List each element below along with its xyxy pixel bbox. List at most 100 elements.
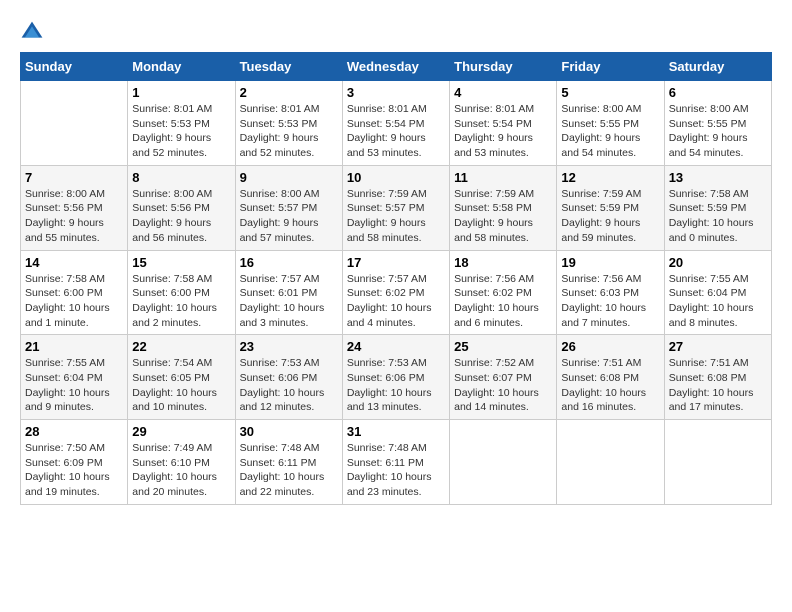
calendar-cell: 21 Sunrise: 7:55 AMSunset: 6:04 PMDayligh… — [21, 335, 128, 420]
day-info: Sunrise: 7:59 AMSunset: 5:57 PMDaylight:… — [347, 187, 445, 246]
calendar-cell — [450, 420, 557, 505]
day-info: Sunrise: 8:00 AMSunset: 5:57 PMDaylight:… — [240, 187, 338, 246]
page-header — [20, 20, 772, 44]
calendar-cell: 18 Sunrise: 7:56 AMSunset: 6:02 PMDayligh… — [450, 250, 557, 335]
day-info: Sunrise: 7:58 AMSunset: 6:00 PMDaylight:… — [25, 272, 123, 331]
day-number: 31 — [347, 424, 445, 439]
day-number: 8 — [132, 170, 230, 185]
day-info: Sunrise: 8:01 AMSunset: 5:53 PMDaylight:… — [240, 102, 338, 161]
day-info: Sunrise: 7:52 AMSunset: 6:07 PMDaylight:… — [454, 356, 552, 415]
calendar-cell: 7Sunrise: 8:00 AMSunset: 5:56 PMDaylight… — [21, 165, 128, 250]
day-number: 2 — [240, 85, 338, 100]
day-number: 5 — [561, 85, 659, 100]
day-info: Sunrise: 7:54 AMSunset: 6:05 PMDaylight:… — [132, 356, 230, 415]
calendar-header-row: SundayMondayTuesdayWednesdayThursdayFrid… — [21, 53, 772, 81]
calendar-cell: 28 Sunrise: 7:50 AMSunset: 6:09 PMDayligh… — [21, 420, 128, 505]
day-info: Sunrise: 8:00 AMSunset: 5:56 PMDaylight:… — [132, 187, 230, 246]
calendar-cell: 9Sunrise: 8:00 AMSunset: 5:57 PMDaylight… — [235, 165, 342, 250]
day-number: 20 — [669, 255, 767, 270]
calendar-header-thursday: Thursday — [450, 53, 557, 81]
day-number: 17 — [347, 255, 445, 270]
calendar-cell: 20 Sunrise: 7:55 AMSunset: 6:04 PMDayligh… — [664, 250, 771, 335]
day-info: Sunrise: 7:49 AMSunset: 6:10 PMDaylight:… — [132, 441, 230, 500]
day-number: 3 — [347, 85, 445, 100]
calendar-table: SundayMondayTuesdayWednesdayThursdayFrid… — [20, 52, 772, 505]
day-info: Sunrise: 7:55 AMSunset: 6:04 PMDaylight:… — [25, 356, 123, 415]
calendar-header-saturday: Saturday — [664, 53, 771, 81]
day-number: 4 — [454, 85, 552, 100]
day-number: 18 — [454, 255, 552, 270]
calendar-cell: 29 Sunrise: 7:49 AMSunset: 6:10 PMDayligh… — [128, 420, 235, 505]
day-info: Sunrise: 8:01 AMSunset: 5:53 PMDaylight:… — [132, 102, 230, 161]
calendar-cell: 17 Sunrise: 7:57 AMSunset: 6:02 PMDayligh… — [342, 250, 449, 335]
logo-icon — [20, 20, 44, 44]
calendar-cell: 6Sunrise: 8:00 AMSunset: 5:55 PMDaylight… — [664, 81, 771, 166]
calendar-cell: 19 Sunrise: 7:56 AMSunset: 6:03 PMDayligh… — [557, 250, 664, 335]
calendar-cell: 5 Sunrise: 8:00 AMSunset: 5:55 PMDaylight… — [557, 81, 664, 166]
calendar-cell: 26Sunrise: 7:51 AMSunset: 6:08 PMDayligh… — [557, 335, 664, 420]
day-number: 22 — [132, 339, 230, 354]
day-info: Sunrise: 7:48 AMSunset: 6:11 PMDaylight:… — [240, 441, 338, 500]
calendar-header-friday: Friday — [557, 53, 664, 81]
calendar-cell — [664, 420, 771, 505]
calendar-week-row: 7Sunrise: 8:00 AMSunset: 5:56 PMDaylight… — [21, 165, 772, 250]
calendar-cell — [21, 81, 128, 166]
calendar-week-row: 28 Sunrise: 7:50 AMSunset: 6:09 PMDayligh… — [21, 420, 772, 505]
day-number: 23 — [240, 339, 338, 354]
calendar-cell: 30 Sunrise: 7:48 AMSunset: 6:11 PMDayligh… — [235, 420, 342, 505]
day-number: 1 — [132, 85, 230, 100]
calendar-cell: 14 Sunrise: 7:58 AMSunset: 6:00 PMDayligh… — [21, 250, 128, 335]
day-info: Sunrise: 7:53 AMSunset: 6:06 PMDaylight:… — [240, 356, 338, 415]
day-info: Sunrise: 8:00 AMSunset: 5:56 PMDaylight:… — [25, 187, 123, 246]
day-info: Sunrise: 7:59 AMSunset: 5:58 PMDaylight:… — [454, 187, 552, 246]
day-info: Sunrise: 7:59 AMSunset: 5:59 PMDaylight:… — [561, 187, 659, 246]
calendar-header-wednesday: Wednesday — [342, 53, 449, 81]
calendar-cell: 11 Sunrise: 7:59 AMSunset: 5:58 PMDayligh… — [450, 165, 557, 250]
day-number: 24 — [347, 339, 445, 354]
day-number: 12 — [561, 170, 659, 185]
day-number: 25 — [454, 339, 552, 354]
day-number: 26 — [561, 339, 659, 354]
day-info: Sunrise: 7:56 AMSunset: 6:02 PMDaylight:… — [454, 272, 552, 331]
day-number: 14 — [25, 255, 123, 270]
day-info: Sunrise: 7:55 AMSunset: 6:04 PMDaylight:… — [669, 272, 767, 331]
day-info: Sunrise: 8:00 AMSunset: 5:55 PMDaylight:… — [561, 102, 659, 161]
calendar-cell: 23 Sunrise: 7:53 AMSunset: 6:06 PMDayligh… — [235, 335, 342, 420]
day-info: Sunrise: 7:50 AMSunset: 6:09 PMDaylight:… — [25, 441, 123, 500]
logo — [20, 20, 48, 44]
day-number: 30 — [240, 424, 338, 439]
day-info: Sunrise: 7:53 AMSunset: 6:06 PMDaylight:… — [347, 356, 445, 415]
calendar-cell: 8 Sunrise: 8:00 AMSunset: 5:56 PMDaylight… — [128, 165, 235, 250]
day-info: Sunrise: 8:01 AMSunset: 5:54 PMDaylight:… — [454, 102, 552, 161]
calendar-header-monday: Monday — [128, 53, 235, 81]
day-number: 21 — [25, 339, 123, 354]
calendar-cell: 1 Sunrise: 8:01 AMSunset: 5:53 PMDaylight… — [128, 81, 235, 166]
calendar-cell: 31Sunrise: 7:48 AMSunset: 6:11 PMDayligh… — [342, 420, 449, 505]
calendar-header-tuesday: Tuesday — [235, 53, 342, 81]
calendar-header-sunday: Sunday — [21, 53, 128, 81]
calendar-week-row: 21 Sunrise: 7:55 AMSunset: 6:04 PMDayligh… — [21, 335, 772, 420]
calendar-cell: 3Sunrise: 8:01 AMSunset: 5:54 PMDaylight… — [342, 81, 449, 166]
day-info: Sunrise: 7:58 AMSunset: 5:59 PMDaylight:… — [669, 187, 767, 246]
calendar-cell: 15Sunrise: 7:58 AMSunset: 6:00 PMDayligh… — [128, 250, 235, 335]
day-number: 13 — [669, 170, 767, 185]
day-info: Sunrise: 8:00 AMSunset: 5:55 PMDaylight:… — [669, 102, 767, 161]
calendar-cell: 25 Sunrise: 7:52 AMSunset: 6:07 PMDayligh… — [450, 335, 557, 420]
day-number: 10 — [347, 170, 445, 185]
calendar-cell — [557, 420, 664, 505]
day-number: 28 — [25, 424, 123, 439]
day-number: 19 — [561, 255, 659, 270]
calendar-week-row: 14 Sunrise: 7:58 AMSunset: 6:00 PMDayligh… — [21, 250, 772, 335]
day-number: 11 — [454, 170, 552, 185]
day-info: Sunrise: 7:56 AMSunset: 6:03 PMDaylight:… — [561, 272, 659, 331]
day-number: 29 — [132, 424, 230, 439]
calendar-cell: 4 Sunrise: 8:01 AMSunset: 5:54 PMDaylight… — [450, 81, 557, 166]
calendar-cell: 27Sunrise: 7:51 AMSunset: 6:08 PMDayligh… — [664, 335, 771, 420]
calendar-cell: 22 Sunrise: 7:54 AMSunset: 6:05 PMDayligh… — [128, 335, 235, 420]
day-info: Sunrise: 7:57 AMSunset: 6:02 PMDaylight:… — [347, 272, 445, 331]
calendar-cell: 24 Sunrise: 7:53 AMSunset: 6:06 PMDayligh… — [342, 335, 449, 420]
calendar-cell: 13 Sunrise: 7:58 AMSunset: 5:59 PMDayligh… — [664, 165, 771, 250]
calendar-cell: 2 Sunrise: 8:01 AMSunset: 5:53 PMDaylight… — [235, 81, 342, 166]
calendar-week-row: 1 Sunrise: 8:01 AMSunset: 5:53 PMDaylight… — [21, 81, 772, 166]
calendar-cell: 12 Sunrise: 7:59 AMSunset: 5:59 PMDayligh… — [557, 165, 664, 250]
